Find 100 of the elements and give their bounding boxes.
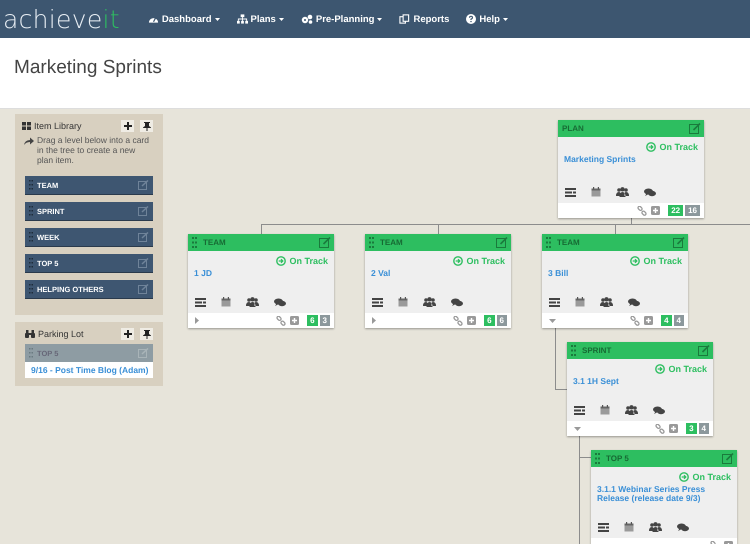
people-icon[interactable] xyxy=(246,297,259,307)
count-badge: 3 xyxy=(686,423,697,434)
drag-handle-icon[interactable] xyxy=(369,237,374,248)
plan-card[interactable]: TEAM On Track 2 Val 6 6 xyxy=(365,234,511,328)
count-badge: 4 xyxy=(698,423,709,434)
people-icon[interactable] xyxy=(625,405,638,415)
nav-menu-item[interactable]: Pre-Planning xyxy=(300,14,382,24)
link-icon[interactable] xyxy=(630,316,640,326)
status-label: On Track xyxy=(659,142,698,152)
count-badge: 6 xyxy=(496,315,507,326)
plus-icon[interactable] xyxy=(290,316,300,325)
list-icon[interactable] xyxy=(565,188,576,196)
add-button[interactable] xyxy=(121,328,134,340)
list-icon[interactable] xyxy=(549,298,560,306)
chat-icon[interactable] xyxy=(644,188,656,196)
arrow-circle-icon xyxy=(679,472,690,482)
calendar-icon[interactable] xyxy=(591,187,601,197)
list-icon[interactable] xyxy=(574,406,585,414)
people-icon[interactable] xyxy=(616,187,629,197)
expand-caret-icon[interactable] xyxy=(195,317,199,324)
plus-icon[interactable] xyxy=(651,206,660,215)
edit-icon[interactable] xyxy=(689,123,701,134)
plus-icon[interactable] xyxy=(669,424,678,433)
card-title-link[interactable]: 2 Val xyxy=(371,269,505,278)
count-badge: 6 xyxy=(307,315,318,326)
calendar-icon[interactable] xyxy=(398,297,408,307)
plan-card[interactable]: TEAM On Track 1 JD 6 3 xyxy=(188,234,334,328)
drag-handle-icon[interactable] xyxy=(546,237,551,248)
collapse-caret-icon[interactable] xyxy=(549,318,556,322)
card-title-link[interactable]: 3.1.1 Webinar Series Press Release (release date 9/3) xyxy=(597,485,731,504)
edit-icon[interactable] xyxy=(138,258,149,268)
chat-icon[interactable] xyxy=(451,298,463,306)
plus-icon[interactable] xyxy=(467,316,476,325)
nav-menu-item[interactable]: Help xyxy=(466,14,508,24)
plus-icon[interactable] xyxy=(644,316,654,325)
edit-icon[interactable] xyxy=(138,180,149,190)
drag-handle-icon[interactable] xyxy=(29,284,33,294)
chat-icon[interactable] xyxy=(274,298,286,306)
logo[interactable]: achieveit xyxy=(0,4,148,34)
drag-handle-icon[interactable] xyxy=(29,180,33,190)
people-icon[interactable] xyxy=(423,297,436,307)
edit-icon[interactable] xyxy=(496,237,508,248)
sitemap-icon xyxy=(236,14,248,24)
chat-icon[interactable] xyxy=(677,522,689,532)
link-icon[interactable] xyxy=(655,424,666,434)
plan-card[interactable]: PLAN On Track Marketing Sprints 22 16 xyxy=(558,120,704,218)
plan-card[interactable]: TEAM On Track 3 Bill 4 4 xyxy=(542,234,688,328)
card-level: TEAM xyxy=(380,238,404,247)
drag-handle-icon[interactable] xyxy=(595,453,600,464)
list-icon[interactable] xyxy=(195,298,206,306)
drag-handle-icon[interactable] xyxy=(29,232,33,242)
link-icon[interactable] xyxy=(453,316,464,326)
arrow-circle-icon xyxy=(630,256,640,266)
card-title-link[interactable]: 3 Bill xyxy=(548,269,682,278)
plan-card[interactable]: SPRINT On Track 3.1 1H Sept 3 4 xyxy=(567,342,713,436)
drag-handle-icon[interactable] xyxy=(571,345,576,356)
drag-handle-icon[interactable] xyxy=(192,237,197,248)
link-icon[interactable] xyxy=(637,206,648,216)
card-title-link[interactable]: 3.1 1H Sept xyxy=(573,377,707,386)
edit-icon[interactable] xyxy=(722,453,734,464)
people-icon[interactable] xyxy=(649,522,662,532)
pin-button[interactable] xyxy=(140,120,153,132)
drag-handle-icon[interactable] xyxy=(29,348,33,358)
chat-icon[interactable] xyxy=(653,406,665,414)
edit-icon[interactable] xyxy=(673,237,685,248)
people-icon[interactable] xyxy=(600,297,613,307)
calendar-icon[interactable] xyxy=(600,405,610,415)
card-level: SPRINT xyxy=(582,346,612,355)
edit-icon[interactable] xyxy=(319,237,331,248)
calendar-icon[interactable] xyxy=(221,297,231,307)
nav-menu-item[interactable]: Reports xyxy=(399,14,450,24)
panel-title: Item Library xyxy=(34,121,83,131)
card-title-link[interactable]: Marketing Sprints xyxy=(564,155,698,164)
edit-icon[interactable] xyxy=(698,345,710,356)
nav-menu-item[interactable]: Plans xyxy=(236,14,284,24)
edit-icon[interactable] xyxy=(138,284,149,294)
count-badge: 16 xyxy=(685,205,700,216)
expand-caret-icon[interactable] xyxy=(372,317,376,324)
plan-card[interactable]: TOP 5 On Track 3.1.1 Webinar Series Press Release (release date 9/3) xyxy=(591,450,737,544)
edit-icon[interactable] xyxy=(138,206,149,216)
collapse-caret-icon[interactable] xyxy=(574,426,581,430)
arrow-circle-icon xyxy=(646,142,656,152)
pin-button[interactable] xyxy=(140,328,153,340)
card-title-link[interactable]: 1 JD xyxy=(194,269,328,278)
calendar-icon[interactable] xyxy=(624,522,634,532)
list-icon[interactable] xyxy=(598,522,609,532)
card-level: PLAN xyxy=(562,124,585,133)
link-icon[interactable] xyxy=(276,316,286,326)
panel-title: Parking Lot xyxy=(38,329,85,340)
drag-handle-icon[interactable] xyxy=(29,258,33,268)
parked-item-link[interactable]: 9/16 - Post Time Blog (Adam) xyxy=(25,362,153,378)
drag-handle-icon[interactable] xyxy=(29,206,33,216)
card-level: TEAM xyxy=(203,238,227,247)
edit-icon[interactable] xyxy=(138,232,149,242)
add-button[interactable] xyxy=(121,120,134,132)
nav-menu-item[interactable]: Dashboard xyxy=(148,14,220,24)
chat-icon[interactable] xyxy=(628,298,640,306)
arrow-circle-icon xyxy=(655,364,666,374)
calendar-icon[interactable] xyxy=(575,297,585,307)
list-icon[interactable] xyxy=(372,298,383,306)
